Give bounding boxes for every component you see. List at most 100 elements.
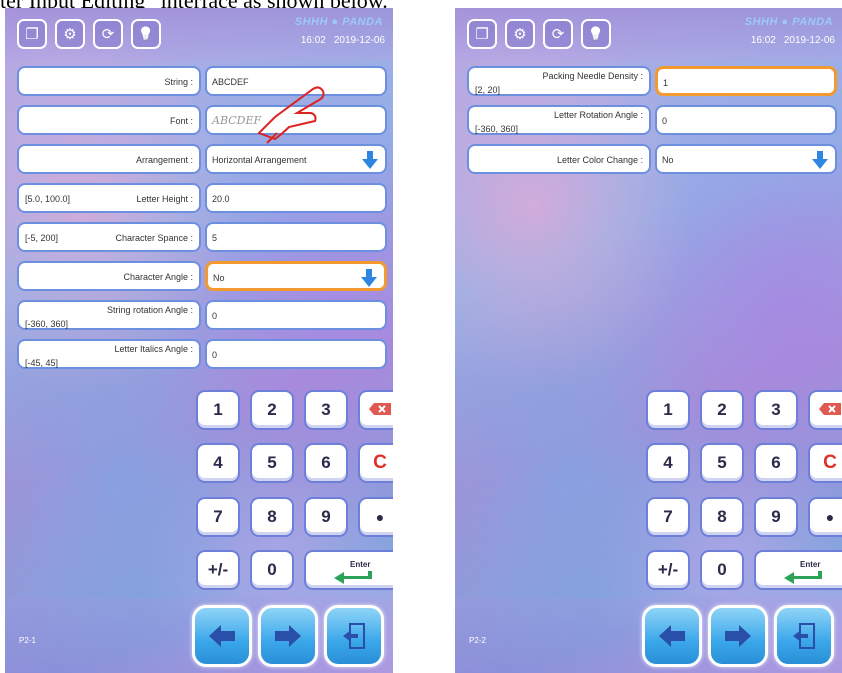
param-row: [-45, 45] Letter Italics Angle : 0 <box>5 339 393 369</box>
param-row: Character Angle : No <box>5 261 393 291</box>
key-2[interactable]: 2 <box>700 390 744 430</box>
key-label: ● <box>375 509 385 525</box>
param-label-box: [5.0, 100.0] Letter Height : <box>17 183 201 213</box>
refresh-icon: ⟳ <box>101 24 115 43</box>
key-label: 4 <box>663 453 673 472</box>
sign-toggle-key[interactable]: +/- <box>196 550 240 590</box>
right-arrow-button[interactable] <box>258 605 318 667</box>
tool-button[interactable]: ⚙ <box>505 19 535 49</box>
param-range: [-360, 360] <box>25 319 69 329</box>
enter-arrow-icon <box>334 570 374 590</box>
exit-button[interactable] <box>774 605 834 667</box>
dropdown-arrow-icon[interactable] <box>362 151 378 169</box>
param-value-field[interactable]: 5 <box>205 222 387 252</box>
enter-key[interactable]: Enter <box>304 550 393 590</box>
key-3[interactable]: 3 <box>304 390 348 430</box>
sign-toggle-key[interactable]: +/- <box>646 550 690 590</box>
decimal-point-key[interactable]: ● <box>808 497 842 537</box>
param-row: [-360, 360] String rotation Angle : 0 <box>5 300 393 330</box>
key-6[interactable]: 6 <box>754 443 798 483</box>
tool-button[interactable]: ⚙ <box>55 19 85 49</box>
key-8[interactable]: 8 <box>250 497 294 537</box>
copy-button[interactable]: ❐ <box>467 19 497 49</box>
key-0[interactable]: 0 <box>250 550 294 590</box>
param-value: 5 <box>212 233 218 243</box>
exit-button[interactable] <box>324 605 384 667</box>
key-label: 3 <box>771 400 781 419</box>
param-label-box: Arrangement : <box>17 144 201 174</box>
param-value: 0 <box>212 350 218 360</box>
param-dropdown[interactable]: No <box>205 261 387 291</box>
key-0[interactable]: 0 <box>700 550 744 590</box>
key-9[interactable]: 9 <box>304 497 348 537</box>
text-parameter-screen-page-2: ❐ ⚙ ⟳ 💡 SHHH ● PANDA 16:02 2019-12-06 [2, 20] Pa… <box>455 8 842 673</box>
bulb-icon: 💡 <box>137 26 155 42</box>
key-7[interactable]: 7 <box>196 497 240 537</box>
param-row: [2, 20] Packing Needle Density : 1 <box>455 66 842 96</box>
param-value-field[interactable]: 20.0 <box>205 183 387 213</box>
decimal-point-key[interactable]: ● <box>358 497 393 537</box>
param-range: [2, 20] <box>475 85 501 95</box>
param-value-field[interactable]: 0 <box>205 339 387 369</box>
param-value: 0 <box>212 311 218 321</box>
key-1[interactable]: 1 <box>646 390 690 430</box>
param-label-box: String : <box>17 66 201 96</box>
param-value: Horizontal Arrangement <box>212 155 307 165</box>
bulb-button[interactable]: 💡 <box>581 19 611 49</box>
pointing-hand-icon <box>253 81 333 150</box>
param-value-field[interactable]: 0 <box>205 300 387 330</box>
enter-arrow-icon <box>784 570 824 590</box>
key-label: C <box>823 452 837 473</box>
param-row: [-360, 360] Letter Rotation Angle : 0 <box>455 105 842 135</box>
key-9[interactable]: 9 <box>754 497 798 537</box>
key-2[interactable]: 2 <box>250 390 294 430</box>
refresh-button[interactable]: ⟳ <box>93 19 123 49</box>
right-arrow-button[interactable] <box>708 605 768 667</box>
param-label: String : <box>164 77 193 87</box>
clear-key[interactable]: C <box>358 443 393 483</box>
refresh-button[interactable]: ⟳ <box>543 19 573 49</box>
bulb-button[interactable]: 💡 <box>131 19 161 49</box>
left-arrow-button[interactable] <box>642 605 702 667</box>
backspace-key[interactable] <box>808 390 842 430</box>
clear-key[interactable]: C <box>808 443 842 483</box>
key-1[interactable]: 1 <box>196 390 240 430</box>
backspace-key[interactable] <box>358 390 393 430</box>
key-3[interactable]: 3 <box>754 390 798 430</box>
dropdown-arrow-icon[interactable] <box>812 151 828 169</box>
copy-icon: ❐ <box>25 24 39 43</box>
param-label-box: [-360, 360] Letter Rotation Angle : <box>467 105 651 135</box>
param-label: Letter Rotation Angle : <box>553 110 643 120</box>
key-6[interactable]: 6 <box>304 443 348 483</box>
clock: 16:02 2019-12-06 <box>301 35 385 46</box>
key-label: ● <box>825 509 835 525</box>
dropdown-arrow-icon[interactable] <box>361 269 377 287</box>
param-value-field[interactable]: 0 <box>655 105 837 135</box>
copy-button[interactable]: ❐ <box>17 19 47 49</box>
enter-key[interactable]: Enter <box>754 550 842 590</box>
bulb-icon: 💡 <box>587 26 605 42</box>
param-label: Packing Needle Density : <box>542 71 643 81</box>
left-arrow-button[interactable] <box>192 605 252 667</box>
key-label: 4 <box>213 453 223 472</box>
param-label: String rotation Angle : <box>106 305 193 315</box>
time-text: 16:02 <box>750 35 776 46</box>
key-label: 0 <box>717 560 727 579</box>
enter-label: Enter <box>350 560 371 569</box>
param-label-box: Letter Color Change : <box>467 144 651 174</box>
param-label: Character Spance : <box>115 233 193 243</box>
param-value-field[interactable]: 1 <box>655 66 837 96</box>
top-bar: ❐ ⚙ ⟳ 💡 SHHH ● PANDA 16:02 2019-12-06 <box>5 8 393 60</box>
param-dropdown[interactable]: No <box>655 144 837 174</box>
param-label-box: Font : <box>17 105 201 135</box>
key-5[interactable]: 5 <box>700 443 744 483</box>
key-4[interactable]: 4 <box>646 443 690 483</box>
key-5[interactable]: 5 <box>250 443 294 483</box>
key-7[interactable]: 7 <box>646 497 690 537</box>
key-8[interactable]: 8 <box>700 497 744 537</box>
key-label: 0 <box>267 560 277 579</box>
param-row: String : ABCDEF <box>5 66 393 96</box>
enter-label: Enter <box>800 560 821 569</box>
right-arrow-icon <box>723 623 753 649</box>
key-4[interactable]: 4 <box>196 443 240 483</box>
